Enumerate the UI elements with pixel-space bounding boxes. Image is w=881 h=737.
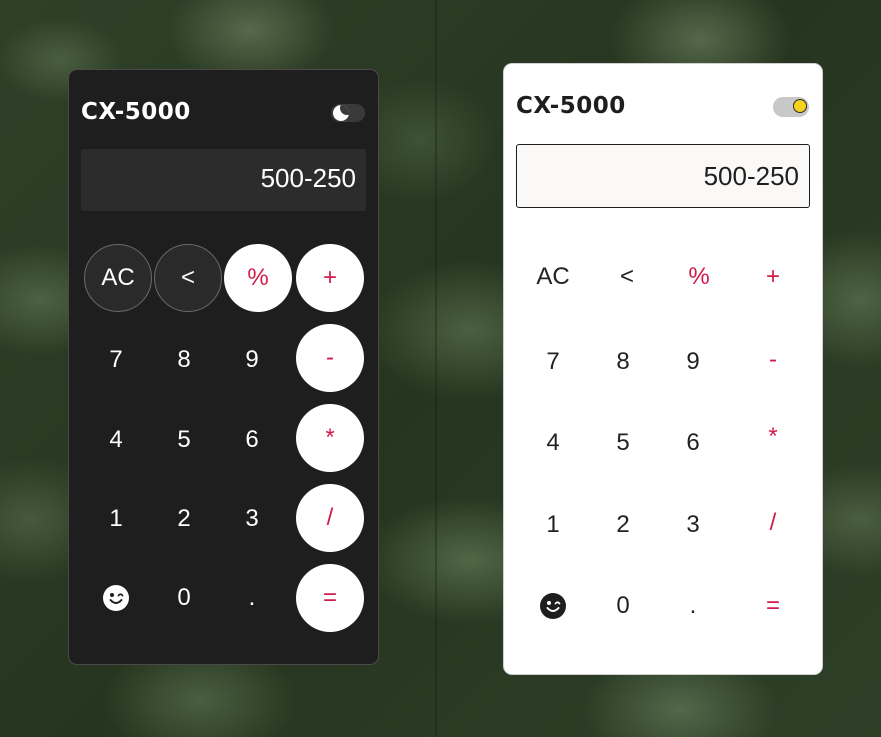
key-multiply[interactable]: * (296, 404, 364, 472)
calculator-display: 500-250 (516, 144, 810, 208)
key-smiley[interactable] (82, 564, 150, 632)
key-equals[interactable]: = (738, 571, 808, 641)
key-2[interactable]: 2 (588, 490, 658, 560)
key-1[interactable]: 1 (518, 490, 588, 560)
key-plus[interactable]: + (296, 244, 364, 312)
key-7[interactable]: 7 (82, 326, 150, 394)
key-divide[interactable]: / (738, 488, 808, 558)
theme-toggle[interactable] (773, 97, 809, 117)
key-6[interactable]: 6 (658, 408, 728, 478)
key-decimal[interactable]: . (658, 571, 728, 641)
key-3[interactable]: 3 (658, 490, 728, 560)
key-minus[interactable]: - (738, 325, 808, 395)
key-2[interactable]: 2 (150, 485, 218, 553)
key-8[interactable]: 8 (150, 326, 218, 394)
smiley-wink-icon (540, 593, 566, 619)
key-5[interactable]: 5 (150, 406, 218, 474)
key-6[interactable]: 6 (218, 406, 286, 474)
key-backspace[interactable]: < (154, 244, 222, 312)
calculator-title: CX-5000 (81, 99, 191, 125)
key-equals[interactable]: = (296, 564, 364, 632)
key-smiley[interactable] (518, 571, 588, 641)
calculator-light: CX-5000 500-250 AC < % + 7 8 9 - 4 5 6 *… (503, 63, 823, 675)
key-decimal[interactable]: . (218, 564, 286, 632)
key-7[interactable]: 7 (518, 327, 588, 397)
key-minus[interactable]: - (296, 324, 364, 392)
key-9[interactable]: 9 (218, 326, 286, 394)
key-clear[interactable]: AC (84, 244, 152, 312)
calculator-display: 500-250 (81, 149, 366, 211)
key-0[interactable]: 0 (588, 571, 658, 641)
key-5[interactable]: 5 (588, 408, 658, 478)
sun-icon (793, 99, 807, 113)
smiley-wink-icon (103, 585, 129, 611)
moon-icon (333, 105, 349, 121)
key-percent[interactable]: % (224, 244, 292, 312)
key-9[interactable]: 9 (658, 327, 728, 397)
key-0[interactable]: 0 (150, 564, 218, 632)
theme-toggle[interactable] (331, 104, 365, 122)
key-4[interactable]: 4 (518, 408, 588, 478)
key-divide[interactable]: / (296, 484, 364, 552)
key-clear[interactable]: AC (518, 242, 588, 312)
key-3[interactable]: 3 (218, 485, 286, 553)
calculator-title: CX-5000 (516, 93, 626, 119)
key-4[interactable]: 4 (82, 406, 150, 474)
key-multiply[interactable]: * (738, 402, 808, 472)
key-8[interactable]: 8 (588, 327, 658, 397)
divider (435, 0, 437, 737)
key-1[interactable]: 1 (82, 485, 150, 553)
key-backspace[interactable]: < (592, 242, 662, 312)
key-plus[interactable]: + (738, 242, 808, 312)
key-percent[interactable]: % (664, 242, 734, 312)
calculator-dark: CX-5000 500-250 AC < % + 7 8 9 - 4 5 6 *… (68, 69, 379, 665)
